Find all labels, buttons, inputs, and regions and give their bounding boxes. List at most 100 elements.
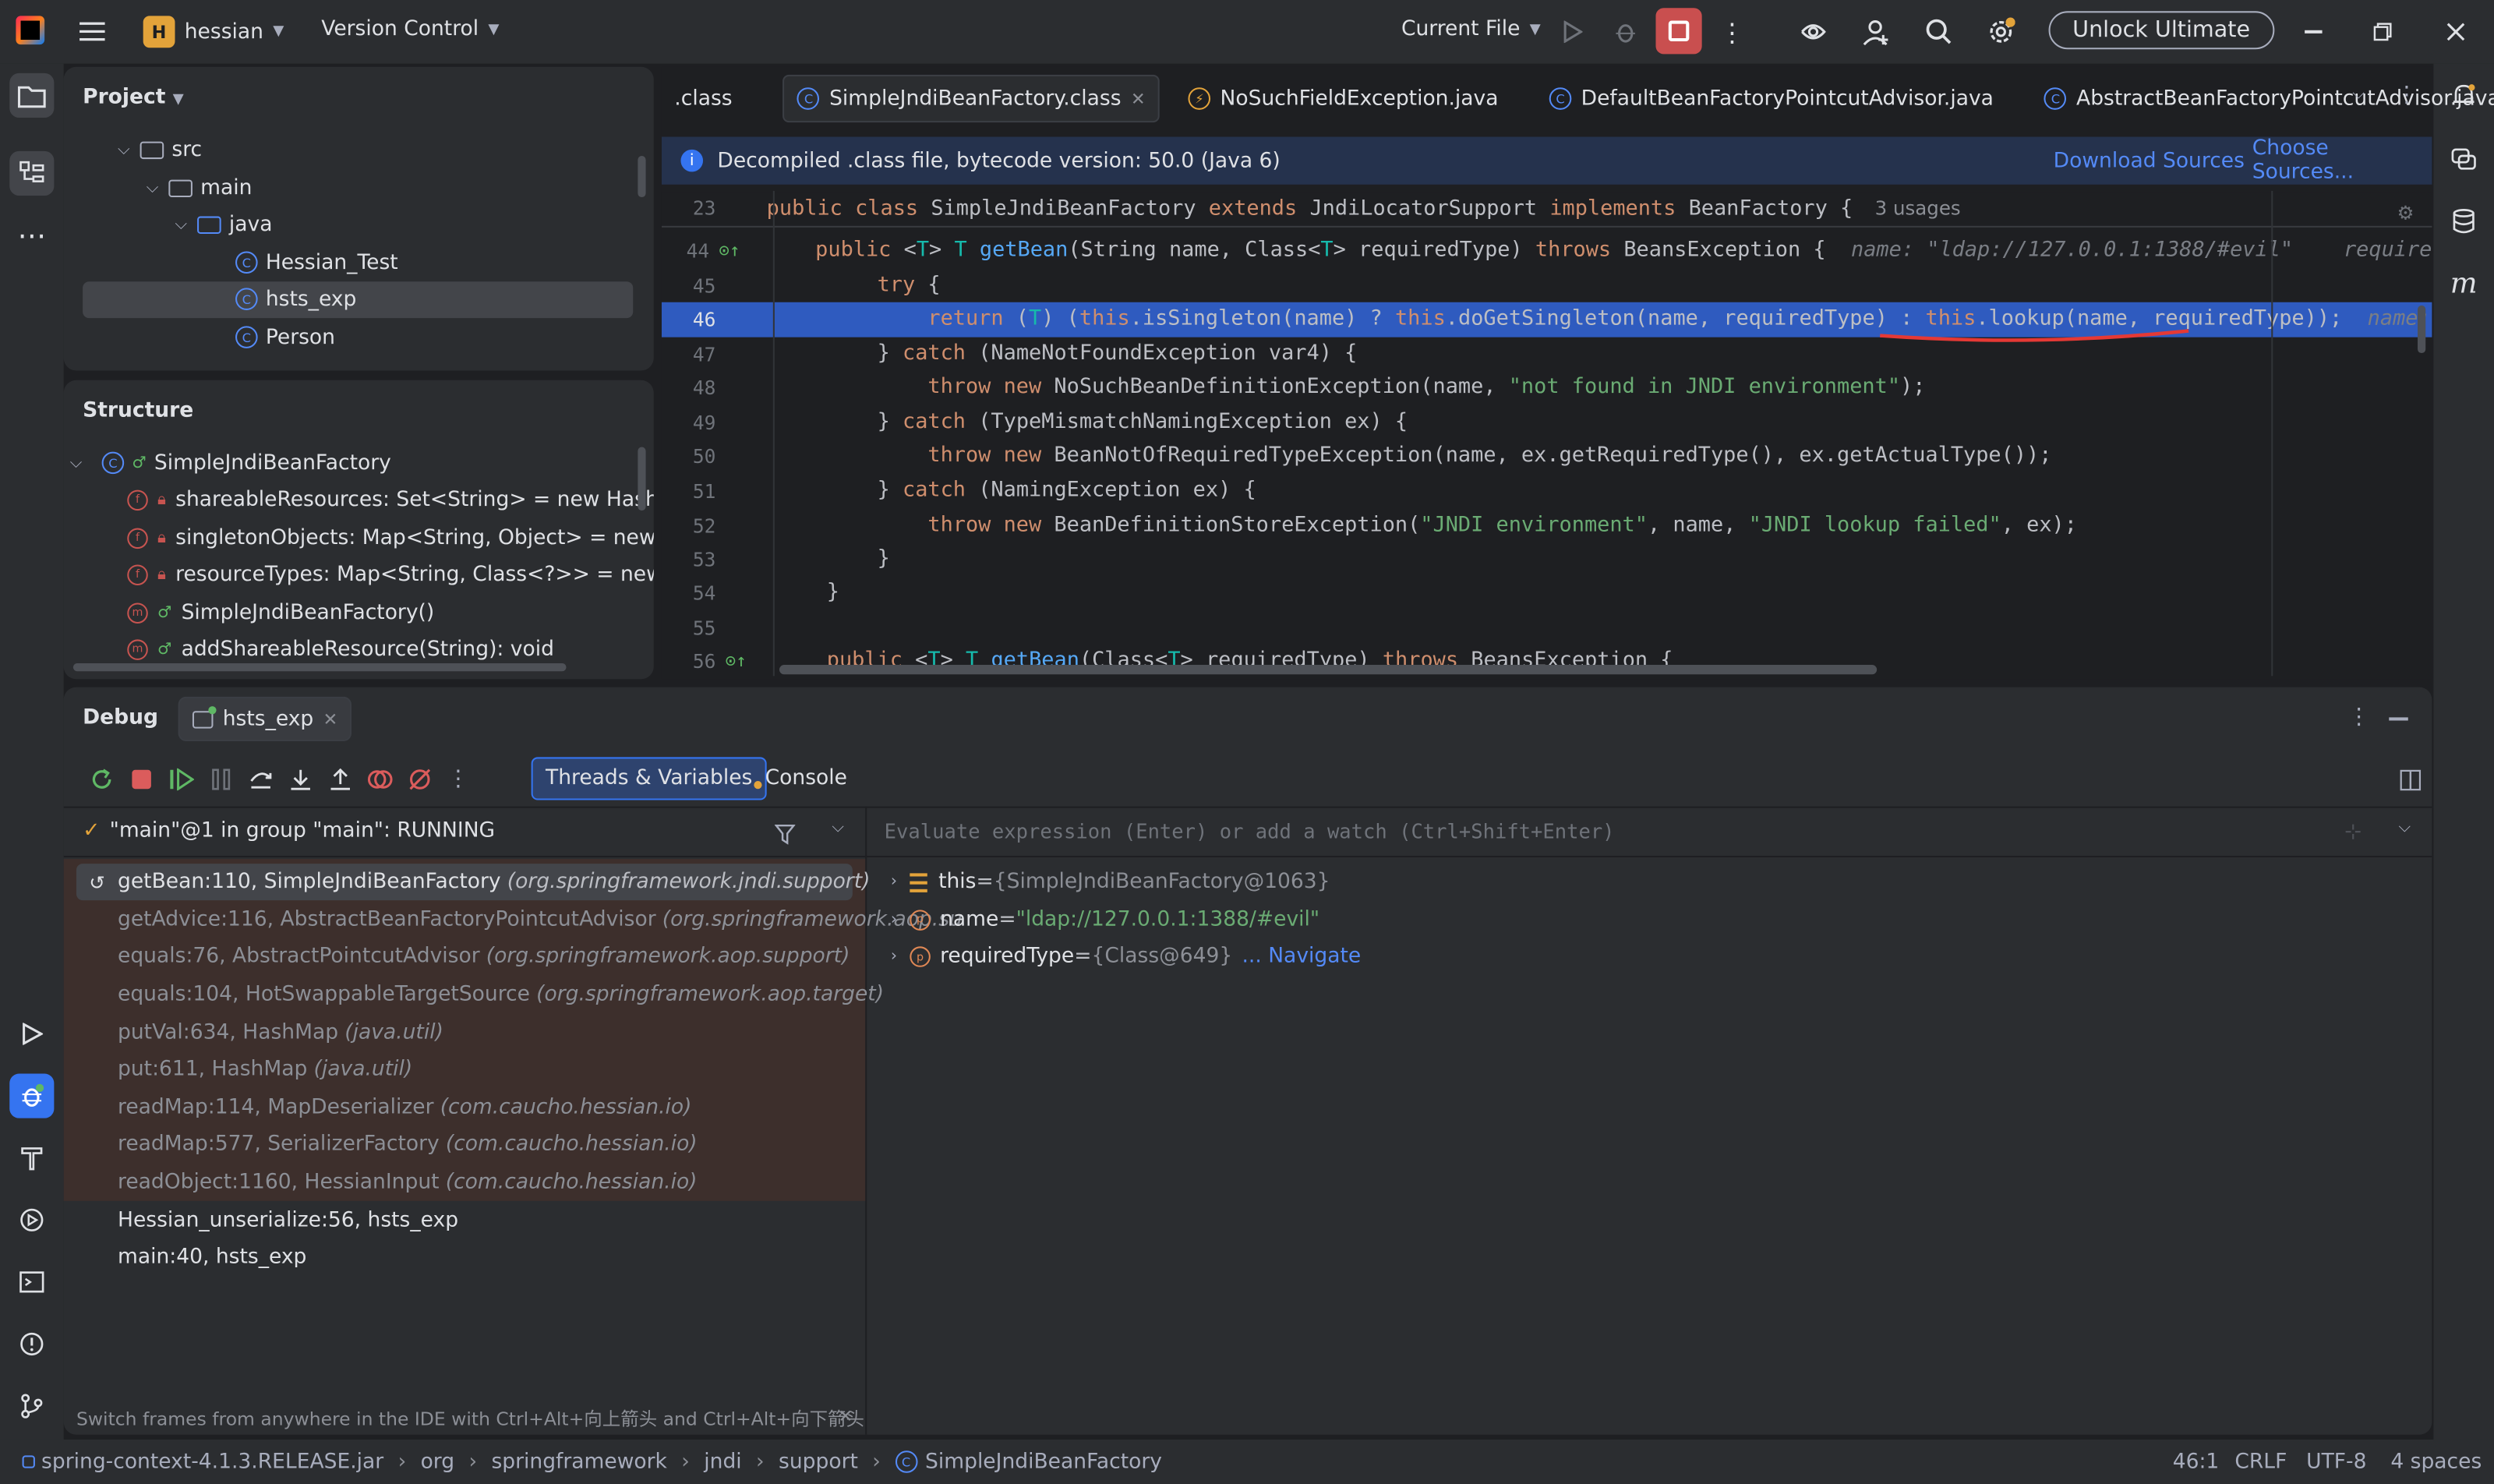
stack-frame[interactable]: put:611, HashMap (java.util) [64, 1051, 412, 1089]
tree-item-hsts-exp[interactable]: Chsts_exp [235, 281, 356, 316]
structure-root[interactable]: ⌵ C ♂ SimpleJndiBeanFactory [70, 445, 391, 480]
git-branch-icon[interactable] [9, 1383, 54, 1428]
code-line[interactable]: 54 } [662, 576, 2432, 610]
run-config-selector[interactable]: Current File ▼ [1401, 17, 1541, 41]
toolbar-more-icon[interactable]: ⋮ [447, 767, 469, 793]
code-line[interactable]: 45 try { [662, 269, 2432, 303]
download-sources-link[interactable]: Download Sources [2054, 149, 2245, 173]
tab-threads-variables[interactable]: Threads & Variables [531, 757, 767, 800]
stop-icon[interactable] [132, 769, 151, 790]
ai-chat-icon[interactable] [2442, 137, 2486, 182]
close-session-icon[interactable]: ✕ [323, 708, 338, 730]
search-icon[interactable] [1916, 9, 1961, 54]
code-line[interactable]: 53 } [662, 542, 2432, 577]
rerun-icon[interactable] [89, 767, 115, 793]
restore-icon[interactable] [2361, 9, 2405, 54]
ai-assistant-icon[interactable] [1791, 9, 1835, 54]
code-line[interactable]: 52 throw new BeanDefinitionStoreExceptio… [662, 509, 2432, 543]
thread-selector[interactable]: ✓ "main"@1 in group "main": RUNNING [83, 819, 495, 843]
view-breakpoints-icon[interactable] [367, 768, 393, 791]
breadcrumb-item[interactable]: springframework [491, 1450, 666, 1474]
filter-icon[interactable] [774, 821, 796, 851]
editor-v-scrollbar[interactable] [2418, 305, 2426, 354]
tab-nosuchfieldexception[interactable]: ⚡ NoSuchFieldException.java [1175, 75, 1510, 122]
unlock-ultimate-button[interactable]: Unlock Ultimate [2048, 11, 2274, 50]
step-over-icon[interactable] [248, 768, 274, 791]
stack-frame[interactable]: readMap:577, SerializerFactory (com.cauch… [64, 1126, 698, 1164]
structure-field[interactable]: f 🔒︎ resourceTypes: Map<String, Class<?>> … [127, 556, 654, 592]
tab-simplejndibeanfactory[interactable]: C SimpleJndiBeanFactory.class ✕ [782, 74, 1160, 123]
tree-item-person[interactable]: C Person [235, 320, 335, 355]
close-icon[interactable] [2433, 9, 2478, 54]
h-scrollbar[interactable] [72, 663, 567, 672]
run-tool-icon[interactable] [9, 1012, 54, 1056]
debug-tool-icon[interactable] [9, 1073, 55, 1118]
stack-frame[interactable]: equals:76, AbstractPointcutAdvisor (org.s… [64, 938, 850, 976]
reader-mode-gear-icon[interactable]: ⚙ [2397, 202, 2414, 224]
navigate-link[interactable]: ... Navigate [1242, 945, 1361, 970]
indent-setting[interactable]: 4 spaces [2390, 1450, 2482, 1474]
caret-position[interactable]: 46:1 [2173, 1450, 2220, 1474]
code-line[interactable]: 55 [662, 611, 2432, 645]
database-icon[interactable] [2442, 199, 2486, 243]
structure-method[interactable]: m ♂ addShareableResource(String): void [127, 631, 554, 666]
structure-field[interactable]: f 🔒︎ singletonObjects: Map<String, Object>… [127, 520, 654, 555]
more-options-icon[interactable]: ⋮ [1710, 9, 1754, 54]
tree-item-hessian-test[interactable]: C Hessian_Test [235, 245, 398, 280]
tabs-dropdown-icon[interactable]: ⌵ [2352, 86, 2364, 103]
tree-item-src[interactable]: ⌵ src [118, 132, 202, 167]
build-hammer-icon[interactable] [9, 1136, 54, 1180]
eval-dropdown-icon[interactable]: ⌵ [2399, 819, 2411, 836]
vcs-selector[interactable]: Version Control ▼ [321, 17, 499, 41]
problems-icon[interactable] [9, 1322, 54, 1366]
variable-row[interactable]: › this = {SimpleJndiBeanFactory@1063} [891, 864, 1340, 901]
stack-frame[interactable]: equals:104, HotSwappableTargetSource (org… [64, 977, 884, 1014]
stack-frame[interactable]: ↺ getBean:110, SimpleJndiBeanFactory (org.… [64, 864, 871, 901]
usages-hint[interactable]: 3 usages [1875, 198, 1961, 221]
add-user-icon[interactable] [1855, 9, 1899, 54]
terminal-icon[interactable] [9, 1260, 54, 1304]
close-hint-icon[interactable]: ✕ [839, 1406, 853, 1427]
stop-button[interactable] [1655, 8, 1702, 55]
code-line[interactable]: 49 } catch (TypeMismatchNamingException … [662, 405, 2432, 440]
code-line[interactable]: 23 public class SimpleJndiBeanFactory ext… [661, 192, 2432, 227]
project-folder-icon[interactable] [9, 72, 55, 118]
structure-field[interactable]: f 🔒︎ shareableResources: Set<String> = new… [127, 482, 654, 517]
minimize-icon[interactable] [2291, 9, 2335, 54]
breadcrumb-item[interactable]: org [421, 1450, 455, 1474]
stack-frame[interactable]: putVal:634, HashMap (java.util) [64, 1014, 443, 1051]
structure-method[interactable]: m ♂ SimpleJndiBeanFactory() [127, 595, 434, 630]
code-line[interactable]: 44 ⊙↑ public <T> T getBean(String name, C… [662, 234, 2432, 268]
editor-h-scrollbar[interactable] [779, 665, 1878, 675]
add-watch-icon[interactable]: ⊹ [2344, 821, 2362, 845]
line-separator[interactable]: CRLF [2234, 1450, 2287, 1474]
hide-panel-icon[interactable] [2389, 717, 2408, 720]
variable-row[interactable]: › p requiredType = {Class@649}... Navigate [891, 938, 1361, 976]
maven-icon[interactable]: m [2442, 261, 2486, 306]
more-tools-icon[interactable]: ⋯ [9, 213, 54, 257]
expand-chevron-icon[interactable]: › [891, 949, 897, 966]
debug-session-tab[interactable]: hsts_exp ✕ [178, 696, 352, 742]
stack-frame[interactable]: readMap:114, MapDeserializer (com.caucho.… [64, 1089, 691, 1126]
breadcrumb-item[interactable]: spring-context-4.1.3.RELEASE.jar [41, 1450, 383, 1474]
tab-defaultbeanfactorypointcutadvisor[interactable]: C DefaultBeanFactoryPointcutAdvisor.java [1537, 75, 2007, 122]
breadcrumb-item[interactable]: jndi [704, 1450, 741, 1474]
services-icon[interactable] [9, 1198, 54, 1242]
stack-frame[interactable]: readObject:1160, HessianInput (com.caucho… [64, 1164, 698, 1201]
step-out-icon[interactable] [327, 768, 353, 791]
file-encoding[interactable]: UTF-8 [2306, 1450, 2366, 1474]
mute-breakpoints-icon[interactable] [407, 767, 433, 793]
tab-abstractbeanfactorypointcutadvisor[interactable]: C AbstractBeanFactoryPointcutAdvisor.java [2032, 75, 2494, 122]
layout-settings-icon[interactable] [2400, 767, 2422, 797]
stack-frame[interactable]: Hessian_unserialize:56, hsts_exp [64, 1202, 465, 1239]
close-tab-icon[interactable]: ✕ [1131, 88, 1146, 109]
scrollbar[interactable] [638, 155, 646, 198]
code-line[interactable]: 51 } catch (NamingException ex) { [662, 474, 2432, 508]
structure-icon[interactable] [9, 150, 55, 196]
scrollbar[interactable] [638, 447, 646, 511]
expand-chevron-icon[interactable]: › [891, 911, 897, 928]
variable-row[interactable]: › p name = "ldap://127.0.0.1:1388/#evil" [891, 901, 1330, 938]
pause-icon[interactable] [208, 768, 234, 791]
project-panel-title[interactable]: Project ▼ [83, 86, 184, 110]
breadcrumb-item[interactable]: support [779, 1450, 858, 1474]
